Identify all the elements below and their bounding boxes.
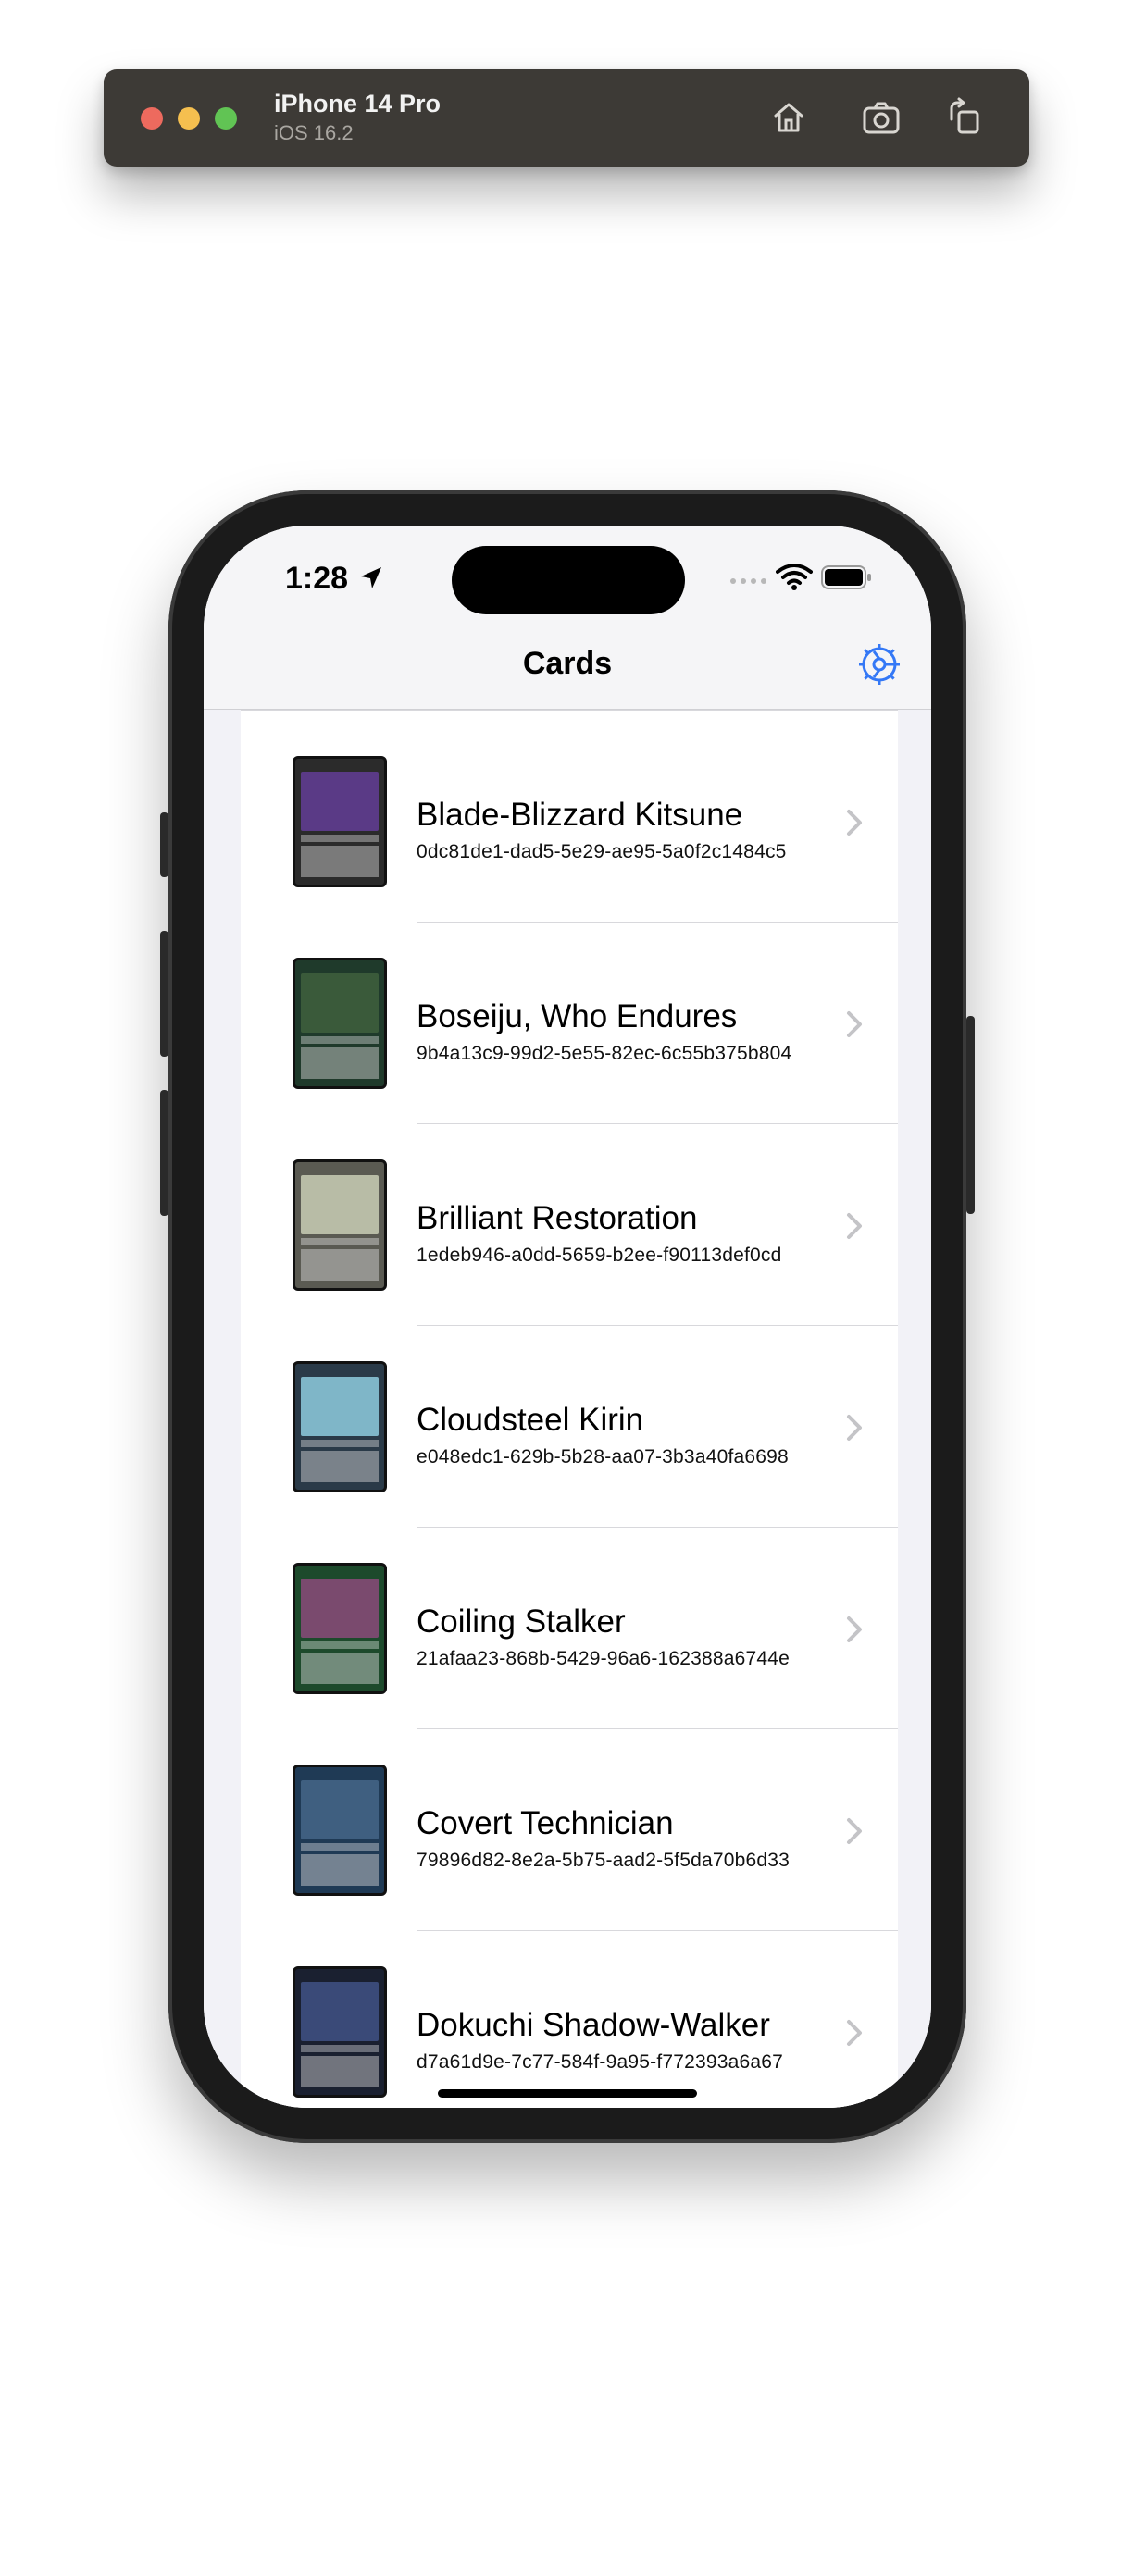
device-name: iPhone 14 Pro [274, 90, 442, 118]
screenshot-button[interactable] [859, 95, 903, 140]
card-name: Cloudsteel Kirin [417, 1402, 644, 1438]
home-button[interactable] [766, 95, 811, 140]
chevron-right-icon [847, 810, 862, 836]
home-icon [774, 103, 803, 132]
screenshot-icon [863, 102, 900, 134]
wifi-icon [776, 564, 813, 590]
card-thumbnail [293, 1765, 387, 1896]
zoom-window-button[interactable] [215, 107, 237, 130]
gear-icon[interactable] [855, 640, 903, 688]
card-thumbnail [293, 958, 387, 1089]
card-row[interactable]: Dokuchi Shadow-Walker d7a61d9e-7c77-584f-… [241, 1931, 898, 2108]
chevron-right-icon [847, 2020, 862, 2046]
mute-switch [160, 812, 168, 877]
card-name: Coiling Stalker [417, 1604, 626, 1640]
card-row[interactable]: Boseiju, Who Endures 9b4a13c9-99d2-5e55-8… [241, 923, 898, 1124]
card-id: 0dc81de1-dad5-5e29-ae95-5a0f2c1484c5 [417, 841, 787, 862]
minimize-window-button[interactable] [178, 107, 200, 130]
location-arrow-icon [361, 567, 381, 588]
volume-down-button [160, 1090, 168, 1216]
os-version: iOS 16.2 [274, 121, 354, 144]
card-thumbnail [293, 1966, 387, 2098]
card-id: 9b4a13c9-99d2-5e55-82ec-6c55b375b804 [417, 1043, 792, 1064]
status-time: 1:28 [285, 561, 349, 596]
rotate-button[interactable] [942, 95, 987, 140]
page-title: Cards [522, 646, 613, 681]
list-background: Blade-Blizzard Kitsune 0dc81de1-dad5-5e29… [204, 710, 931, 2108]
list-top-separator [241, 710, 898, 711]
card-id: 79896d82-8e2a-5b75-aad2-5f5da70b6d33 [417, 1850, 791, 1871]
card-row[interactable]: Brilliant Restoration 1edeb946-a0dd-5659-… [241, 1124, 898, 1326]
card-row[interactable]: Cloudsteel Kirin e048edc1-629b-5b28-aa07-… [241, 1326, 898, 1528]
card-thumbnail [293, 1159, 387, 1291]
volume-up-button [160, 931, 168, 1057]
chevron-right-icon [847, 1616, 862, 1642]
card-id: 21afaa23-868b-5429-96a6-162388a6744e [417, 1648, 791, 1669]
card-id: d7a61d9e-7c77-584f-9a95-f772393a6a67 [417, 2051, 784, 2073]
card-name: Dokuchi Shadow-Walker [417, 2007, 770, 2043]
chevron-right-icon [847, 1011, 862, 1037]
dynamic-island [452, 546, 685, 614]
card-thumbnail [293, 1361, 387, 1492]
chevron-right-icon [847, 1213, 862, 1239]
cellular-signal-icon [730, 578, 766, 584]
card-row[interactable]: Blade-Blizzard Kitsune 0dc81de1-dad5-5e29… [241, 721, 898, 923]
close-window-button[interactable] [141, 107, 163, 130]
card-row[interactable]: Covert Technician 79896d82-8e2a-5b75-aad2… [241, 1729, 898, 1931]
card-list: Blade-Blizzard Kitsune 0dc81de1-dad5-5e29… [241, 710, 898, 2108]
navigation-bar: 1:28 Cards [204, 526, 931, 710]
card-name: Brilliant Restoration [417, 1200, 698, 1236]
card-name: Blade-Blizzard Kitsune [417, 797, 743, 833]
chevron-right-icon [847, 1415, 862, 1441]
card-id: e048edc1-629b-5b28-aa07-3b3a40fa6698 [417, 1446, 789, 1468]
phone-screen: 1:28 Cards Blade-Blizzard Kitsune 0dc81d… [204, 526, 931, 2108]
card-name: Covert Technician [417, 1805, 674, 1841]
power-button [966, 1016, 975, 1214]
card-thumbnail [293, 756, 387, 887]
home-indicator[interactable] [438, 2089, 697, 2098]
chevron-right-icon [847, 1818, 862, 1844]
battery-icon [821, 565, 871, 589]
card-name: Boseiju, Who Endures [417, 998, 738, 1034]
card-thumbnail [293, 1563, 387, 1694]
rotate-icon [950, 97, 979, 134]
card-row[interactable]: Coiling Stalker 21afaa23-868b-5429-96a6-1… [241, 1528, 898, 1729]
simulator-title-bar: iPhone 14 Pro iOS 16.2 [104, 69, 1029, 167]
card-id: 1edeb946-a0dd-5659-b2ee-f90113def0cd [417, 1245, 782, 1266]
